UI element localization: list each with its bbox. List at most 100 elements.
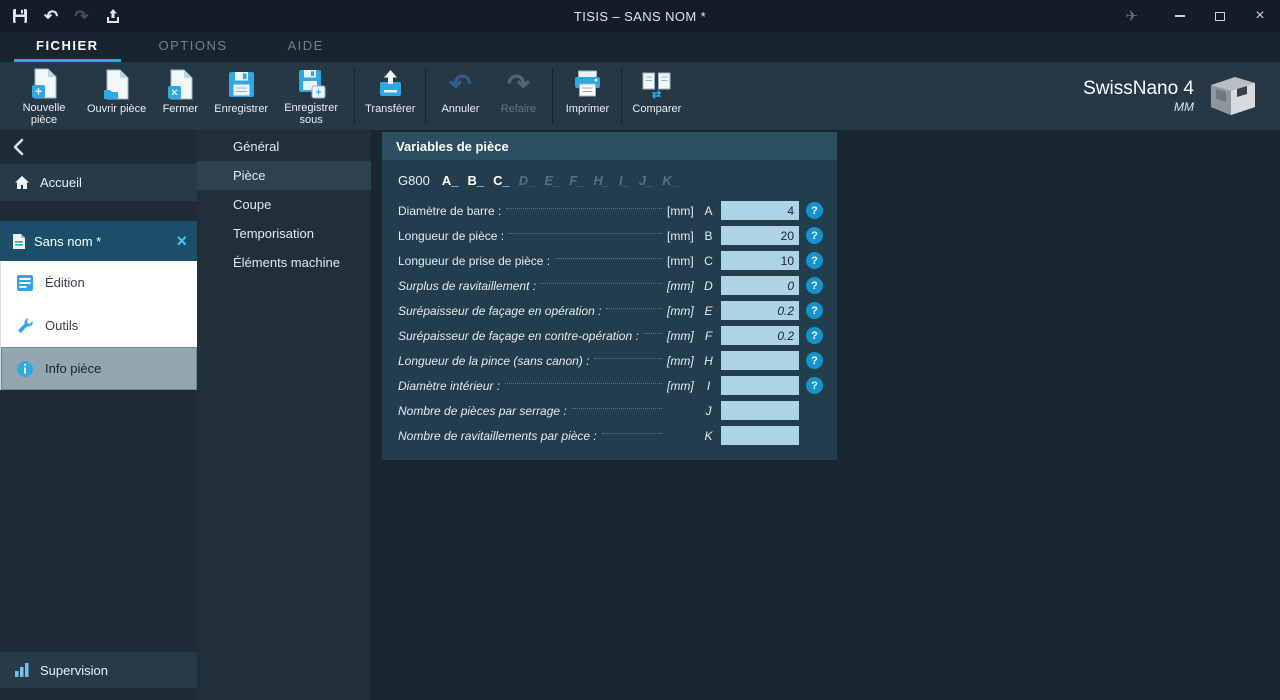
comparer-icon: ⇄ (641, 67, 672, 101)
help-button-H[interactable]: ? (806, 352, 823, 369)
close-button[interactable]: × (1240, 0, 1280, 32)
help-button-I[interactable]: ? (806, 377, 823, 394)
undo-icon[interactable]: ↶ (44, 8, 58, 25)
save-icon[interactable] (12, 8, 28, 24)
sidebar-item-info-piece[interactable]: Info pièce (1, 347, 197, 390)
ribbon-toolbar: +Nouvelle pièce Ouvrir pièce × Fermer Enregi… (0, 62, 1280, 130)
help-button-B[interactable]: ? (806, 227, 823, 244)
help-button-D[interactable]: ? (806, 277, 823, 294)
toolbar-fermer-button[interactable]: × Fermer (151, 62, 209, 130)
letter-toggle-A[interactable]: A_ (442, 173, 459, 188)
letter-toggles: A_ B_ C_ D_ E_ F_ H_ I_ J_ K_ (442, 173, 679, 188)
variable-input-B[interactable] (721, 226, 799, 245)
toolbar-nouvelle-piece-button[interactable]: +Nouvelle pièce (6, 62, 82, 130)
sidebar-item-label: Accueil (40, 175, 82, 190)
sidebar-item-outils[interactable]: Outils (1, 304, 197, 347)
toolbar-comparer-button[interactable]: ⇄Comparer (627, 62, 686, 130)
variable-unit: [mm] (667, 379, 699, 393)
variable-input-A[interactable] (721, 201, 799, 220)
variable-input-K[interactable] (721, 426, 799, 445)
letter-toggle-D[interactable]: D_ (519, 173, 536, 188)
info-icon (16, 360, 34, 378)
variable-label: Surépaisseur de façage en contre-opérati… (398, 329, 639, 343)
variable-row-D: Surplus de ravitaillement :[mm]D? (398, 273, 823, 298)
fermer-icon: × (167, 67, 194, 101)
back-button[interactable] (0, 130, 197, 164)
variable-row-E: Surépaisseur de façage en opération :[mm… (398, 298, 823, 323)
letter-toggle-J[interactable]: J_ (639, 173, 653, 188)
help-button-A[interactable]: ? (806, 202, 823, 219)
letter-toggle-F[interactable]: F_ (569, 173, 584, 188)
variable-input-J[interactable] (721, 401, 799, 420)
machine-name: SwissNano 4 (1083, 78, 1194, 100)
nav-item-temporisation[interactable]: Temporisation (197, 219, 371, 248)
menu-aide[interactable]: AIDE (266, 32, 346, 62)
variable-input-E[interactable] (721, 301, 799, 320)
toolbar-enregistrer-button[interactable]: Enregistrer (209, 62, 273, 130)
toolbar-annuler-button[interactable]: ↶ Annuler (431, 62, 489, 130)
nav-item-coupe[interactable]: Coupe (197, 190, 371, 219)
toolbar-transferer-button[interactable]: Transférer (360, 62, 420, 130)
app-window: ↶ ↷ TISIS – SANS NOM * ✈ × FICHIEROPTION… (0, 0, 1280, 700)
menu-fichier[interactable]: FICHIER (14, 32, 121, 62)
variable-label: Diamètre de barre : (398, 204, 501, 218)
letter-toggle-H[interactable]: H_ (593, 173, 610, 188)
nav-item-elements-machine[interactable]: Éléments machine (197, 248, 371, 277)
sidebar-item-label: Outils (45, 318, 78, 333)
variable-row-A: Diamètre de barre :[mm]A? (398, 198, 823, 223)
variable-label: Longueur de prise de pièce : (398, 254, 550, 268)
toolbar-button-label: Nouvelle pièce (11, 102, 77, 127)
menu-options[interactable]: OPTIONS (137, 32, 250, 62)
maximize-button[interactable] (1200, 0, 1240, 32)
variables-panel-title: Variables de pièce (382, 132, 837, 160)
variable-letter: F (701, 329, 716, 343)
variable-fields: Diamètre de barre :[mm]A? Longueur de piè… (398, 198, 823, 448)
sidebar-item-accueil[interactable]: Accueil (0, 164, 197, 201)
dotted-leader (572, 408, 662, 409)
variable-input-I[interactable] (721, 376, 799, 395)
letter-toggle-I[interactable]: I_ (619, 173, 630, 188)
supervision-bars-icon (14, 662, 30, 678)
export-icon[interactable] (105, 8, 121, 24)
nav-item-general[interactable]: Général (197, 132, 371, 161)
letter-toggle-E[interactable]: E_ (544, 173, 560, 188)
variable-row-K: Nombre de ravitaillements par pièce :K (398, 423, 823, 448)
toolbar-enregistrer-sous-button[interactable]: +Enregistrer sous (273, 62, 349, 130)
content-area: Accueil Sans nom * × Édition Outils Info p… (0, 130, 1280, 700)
toolbar-button-label: Annuler (441, 103, 479, 116)
sidebar-item-edition[interactable]: Édition (1, 261, 197, 304)
toolbar-button-label: Fermer (163, 103, 198, 116)
help-button-C[interactable]: ? (806, 252, 823, 269)
variable-unit: [mm] (667, 279, 699, 293)
help-button-F[interactable]: ? (806, 327, 823, 344)
nav-item-piece[interactable]: Pièce (197, 161, 371, 190)
variable-label: Nombre de pièces par serrage : (398, 404, 567, 418)
document-close-icon[interactable]: × (176, 232, 187, 250)
variable-label: Longueur de la pince (sans canon) : (398, 354, 589, 368)
dotted-leader (555, 258, 662, 259)
variable-label: Longueur de pièce : (398, 229, 504, 243)
toolbar-button-label: Ouvrir pièce (87, 103, 146, 116)
help-button-E[interactable]: ? (806, 302, 823, 319)
letter-toggle-C[interactable]: C_ (493, 173, 510, 188)
variable-letter: E (701, 304, 716, 318)
letter-toggle-B[interactable]: B_ (467, 173, 484, 188)
toolbar-ouvrir-piece-button[interactable]: Ouvrir pièce (82, 62, 151, 130)
variable-input-D[interactable] (721, 276, 799, 295)
letter-toggle-K[interactable]: K_ (662, 173, 679, 188)
variable-letter: K (701, 429, 716, 443)
sidebar-item-supervision[interactable]: Supervision (0, 652, 197, 688)
variable-input-C[interactable] (721, 251, 799, 270)
machine-image (1206, 74, 1258, 118)
toolbar-imprimer-button[interactable]: Imprimer (558, 62, 616, 130)
variable-input-F[interactable] (721, 326, 799, 345)
document-tab[interactable]: Sans nom * × (0, 221, 197, 261)
minimize-button[interactable] (1160, 0, 1200, 32)
sidebar-item-label: Édition (45, 275, 85, 290)
quick-access-toolbar: ↶ ↷ (0, 8, 220, 25)
annuler-icon: ↶ (449, 67, 472, 101)
variable-letter: C (701, 254, 716, 268)
variable-input-H[interactable] (721, 351, 799, 370)
variable-row-C: Longueur de prise de pièce :[mm]C? (398, 248, 823, 273)
gcode-letters-row: G800 A_B_C_D_E_F_H_I_J_K_ (398, 168, 823, 192)
